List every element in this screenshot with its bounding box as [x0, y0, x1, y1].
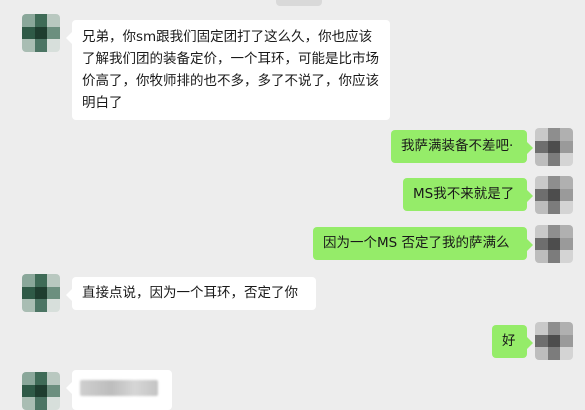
outgoing-message-bubble[interactable]: 因为一个MS 否定了我的萨满么	[313, 227, 533, 260]
my-avatar[interactable]	[535, 225, 573, 263]
outgoing-message-bubble[interactable]: 好	[492, 325, 533, 358]
contact-avatar[interactable]	[22, 372, 60, 410]
contact-avatar[interactable]	[22, 14, 60, 52]
timestamp-pill	[276, 0, 322, 6]
my-avatar[interactable]	[535, 176, 573, 214]
my-avatar[interactable]	[535, 322, 573, 360]
incoming-message-bubble[interactable]	[66, 370, 172, 410]
incoming-message-bubble[interactable]: 兄弟，你sm跟我们固定团打了这么久，你也应该了解我们团的装备定价，一个耳环，可能…	[66, 20, 390, 120]
redacted-text	[80, 380, 158, 396]
outgoing-message-bubble[interactable]: MS我不来就是了	[403, 178, 533, 211]
my-avatar[interactable]	[535, 128, 573, 166]
outgoing-message-bubble[interactable]: 我萨满装备不差吧·	[391, 130, 533, 163]
incoming-message-bubble[interactable]: 直接点说，因为一个耳环，否定了你	[66, 277, 316, 310]
contact-avatar[interactable]	[22, 274, 60, 312]
